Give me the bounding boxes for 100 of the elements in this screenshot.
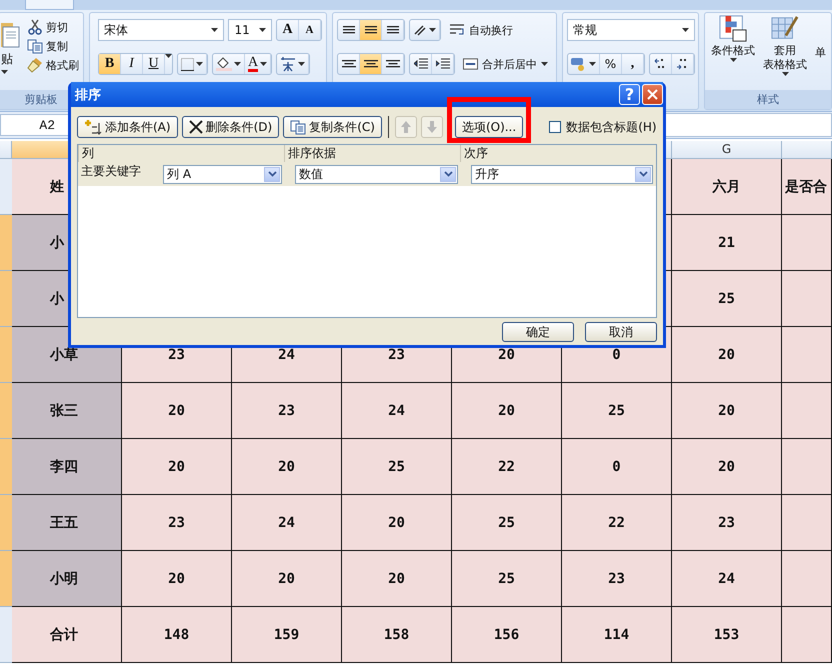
font-style-button[interactable]: U — [143, 54, 165, 74]
conditional-format-button[interactable]: 条件格式 — [711, 13, 755, 90]
table-cell: 25 — [342, 439, 452, 495]
brush-button[interactable]: 格式刷 — [27, 57, 79, 73]
horizontal-align-button[interactable] — [360, 54, 382, 74]
table-cell — [782, 551, 832, 607]
currency-button[interactable] — [568, 54, 600, 74]
font-style-button[interactable]: I — [121, 54, 143, 74]
paint-bucket-icon — [216, 57, 232, 71]
merge-center-button[interactable]: 合并后居中 — [459, 54, 552, 74]
close-button[interactable] — [642, 84, 663, 105]
borders-icon — [181, 58, 194, 70]
table-cell — [782, 607, 832, 663]
table-cell: 23 — [122, 495, 232, 551]
fill-color-button[interactable] — [213, 54, 245, 74]
group-label: 剪贴板 — [24, 93, 58, 106]
table-cell: 20 — [232, 439, 342, 495]
table-format-button[interactable]: 套用 表格格式 — [763, 13, 807, 90]
dropdown-button[interactable] — [264, 166, 280, 182]
dropdown-button[interactable] — [440, 166, 456, 182]
caret-icon — [782, 72, 788, 76]
caret-icon — [234, 62, 241, 66]
align-icon — [342, 24, 356, 36]
grow-font-button[interactable]: A — [277, 20, 299, 40]
caret-icon — [429, 28, 436, 32]
caret-icon — [196, 62, 203, 66]
vertical-align-button[interactable] — [360, 20, 382, 40]
table-cell: 王五 — [12, 495, 122, 551]
table-cell: 25 — [562, 383, 672, 439]
table-cell: 23 — [672, 495, 782, 551]
close-icon — [647, 89, 658, 100]
options-button[interactable]: 选项(O)... — [454, 116, 524, 138]
caret-icon — [165, 54, 172, 58]
number-format-field[interactable]: 常规 — [567, 19, 695, 41]
ok-button[interactable]: 确定 — [502, 322, 574, 342]
add-sort-icon — [84, 119, 102, 135]
table-cell: 李四 — [12, 439, 122, 495]
column-dropdown[interactable]: 列 A — [163, 164, 282, 184]
money-icon — [571, 57, 587, 71]
table-cell: 22 — [452, 439, 562, 495]
align-icon — [364, 24, 378, 36]
sort-on-dropdown[interactable]: 数值 — [295, 164, 458, 184]
wrap-text-button[interactable]: 自动换行 — [445, 20, 517, 40]
cut-button[interactable]: 剪切 — [27, 19, 79, 35]
table-cell: 159 — [232, 607, 342, 663]
shrink-font-button[interactable]: A — [299, 20, 321, 40]
corner-cell[interactable] — [0, 141, 12, 159]
column-header[interactable]: G — [672, 141, 782, 159]
caret-icon — [259, 28, 266, 32]
caret-icon — [211, 28, 218, 32]
slanted-lines-icon — [413, 24, 427, 36]
name-box[interactable]: A2 — [0, 114, 70, 136]
dialog-title: 排序 — [75, 86, 101, 104]
font-style-button[interactable]: B — [99, 54, 121, 74]
table-cell: 25 — [452, 495, 562, 551]
brush-icon — [27, 57, 43, 73]
add-level-button[interactable]: 添加条件(A) — [77, 116, 178, 138]
font-size-field[interactable]: 11 — [228, 19, 272, 41]
checkbox[interactable] — [549, 121, 562, 133]
table-cell: 24 — [672, 551, 782, 607]
caret-icon — [541, 62, 548, 66]
paste-label[interactable]: 贴 — [1, 51, 13, 68]
borders-button[interactable] — [178, 54, 207, 74]
wrap-text-icon — [449, 24, 465, 36]
align-icon — [386, 24, 400, 36]
copy-icon — [27, 38, 43, 54]
table-cell: 20 — [342, 495, 452, 551]
delete-level-button[interactable]: 删除条件(D) — [182, 116, 280, 138]
table-cell: 158 — [342, 607, 452, 663]
order-dropdown[interactable]: 升序 — [471, 164, 653, 184]
checkbox-label[interactable]: 数据包含标题(H) — [566, 118, 657, 136]
table-cell: 21 — [672, 215, 782, 271]
scissors-icon — [27, 19, 43, 35]
ribbon-item-label[interactable]: 单 — [815, 45, 826, 59]
dropdown-button[interactable] — [635, 166, 651, 182]
table-cell: 153 — [672, 607, 782, 663]
table-cell: 114 — [562, 607, 672, 663]
help-button[interactable]: ? — [619, 84, 640, 105]
copy-level-button[interactable]: 复制条件(C) — [283, 116, 382, 138]
arrow-up-icon — [400, 121, 411, 133]
percent-button[interactable]: % — [600, 54, 622, 74]
copy-button[interactable]: 复制 — [27, 38, 79, 54]
table-cell: 25 — [672, 271, 782, 327]
table-cell: 0 — [562, 439, 672, 495]
table-cell: 23 — [232, 383, 342, 439]
caret-icon — [589, 62, 596, 66]
table-cell — [782, 271, 832, 327]
table-cell — [782, 495, 832, 551]
conditional-format-icon — [719, 15, 747, 43]
indent-icon — [436, 58, 450, 70]
arrow-down-icon — [426, 121, 437, 133]
caret-icon — [1, 70, 8, 74]
table-cell: 20 — [122, 551, 232, 607]
table-cell — [782, 327, 832, 383]
align-icon — [386, 58, 400, 70]
cancel-button[interactable]: 取消 — [585, 322, 657, 342]
table-cell: 24 — [232, 495, 342, 551]
font-name-field[interactable]: 宋体 — [98, 19, 224, 41]
merge-cells-icon — [463, 58, 478, 70]
comma-button[interactable]: , — [622, 54, 644, 74]
